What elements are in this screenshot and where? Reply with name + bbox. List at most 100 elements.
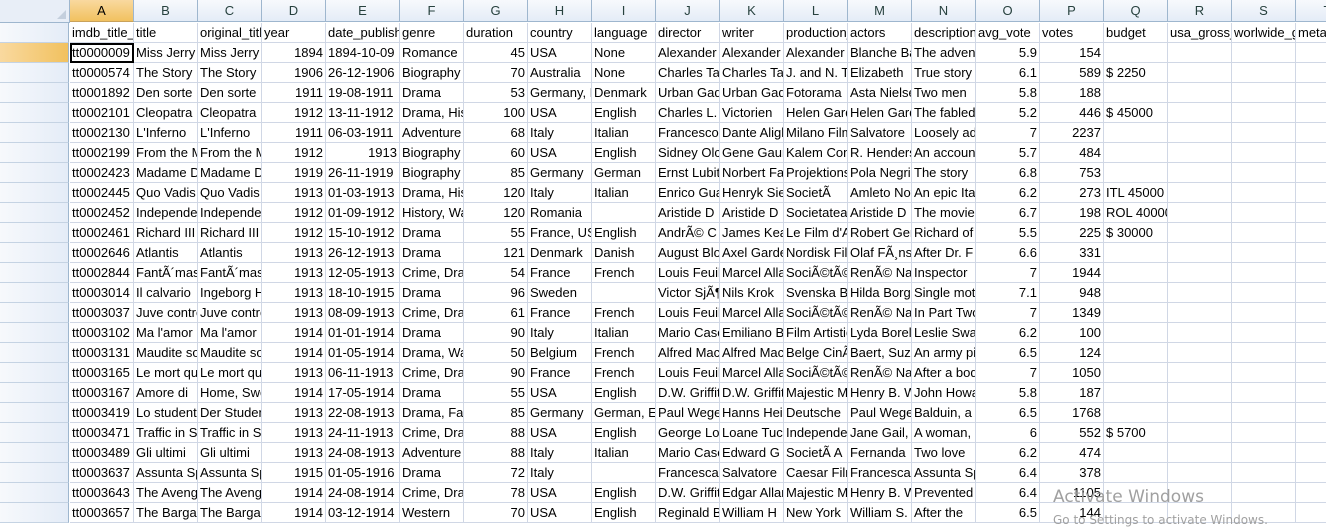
data-cell[interactable]: Atlantis bbox=[134, 243, 198, 263]
column-header-p[interactable]: P bbox=[1040, 0, 1104, 22]
data-cell[interactable]: 5.7 bbox=[976, 143, 1040, 163]
header-cell[interactable]: metascore bbox=[1296, 23, 1326, 43]
data-cell[interactable]: Crime, Drama bbox=[400, 363, 464, 383]
data-cell[interactable]: 6.5 bbox=[976, 403, 1040, 423]
row-header[interactable] bbox=[0, 343, 69, 363]
data-cell[interactable]: From the Manger bbox=[198, 143, 262, 163]
data-cell[interactable]: 13-11-1912 bbox=[326, 103, 400, 123]
data-cell[interactable]: Miss Jerry bbox=[134, 43, 198, 63]
data-cell[interactable]: ITL 45000 bbox=[1104, 183, 1168, 203]
data-cell[interactable]: tt0002461 bbox=[70, 223, 134, 243]
row-header[interactable] bbox=[0, 203, 69, 223]
data-cell[interactable]: Amleto Novelli bbox=[848, 183, 912, 203]
header-cell[interactable]: title bbox=[134, 23, 198, 43]
row-header[interactable] bbox=[0, 123, 69, 143]
data-cell[interactable]: USA bbox=[528, 143, 592, 163]
data-cell[interactable]: R. Henderson bbox=[848, 143, 912, 163]
data-cell[interactable] bbox=[1168, 103, 1232, 123]
data-cell[interactable] bbox=[1296, 183, 1326, 203]
data-cell[interactable]: Societatea bbox=[784, 203, 848, 223]
row-header[interactable] bbox=[0, 143, 69, 163]
data-cell[interactable] bbox=[1232, 83, 1296, 103]
column-header-c[interactable]: C bbox=[198, 0, 262, 22]
data-cell[interactable] bbox=[1232, 243, 1296, 263]
data-cell[interactable] bbox=[1104, 143, 1168, 163]
header-cell[interactable]: budget bbox=[1104, 23, 1168, 43]
data-cell[interactable]: John Howard bbox=[912, 383, 976, 403]
header-cell[interactable]: avg_vote bbox=[976, 23, 1040, 43]
data-cell[interactable]: tt0003037 bbox=[70, 303, 134, 323]
data-cell[interactable]: 378 bbox=[1040, 463, 1104, 483]
data-cell[interactable] bbox=[1168, 263, 1232, 283]
data-cell[interactable]: 85 bbox=[464, 403, 528, 423]
data-cell[interactable] bbox=[1232, 403, 1296, 423]
column-header-i[interactable]: I bbox=[592, 0, 656, 22]
data-cell[interactable]: After the bbox=[912, 503, 976, 523]
data-cell[interactable]: 446 bbox=[1040, 103, 1104, 123]
data-cell[interactable]: Pola Negri bbox=[848, 163, 912, 183]
data-cell[interactable]: Reginald Barker bbox=[656, 503, 720, 523]
data-cell[interactable]: 54 bbox=[464, 263, 528, 283]
header-cell[interactable]: country bbox=[528, 23, 592, 43]
data-cell[interactable]: English bbox=[592, 383, 656, 403]
data-cell[interactable]: Caesar Film bbox=[784, 463, 848, 483]
data-cell[interactable]: J. and N. Tait bbox=[784, 63, 848, 83]
data-cell[interactable] bbox=[1232, 43, 1296, 63]
data-cell[interactable]: L'Inferno bbox=[198, 123, 262, 143]
column-header-j[interactable]: J bbox=[656, 0, 720, 22]
data-cell[interactable]: 5.9 bbox=[976, 43, 1040, 63]
data-cell[interactable]: 85 bbox=[464, 163, 528, 183]
data-cell[interactable]: None bbox=[592, 63, 656, 83]
row-header[interactable] bbox=[0, 503, 69, 523]
data-cell[interactable]: Western bbox=[400, 503, 464, 523]
data-cell[interactable]: 1912 bbox=[262, 223, 326, 243]
data-cell[interactable]: 7 bbox=[976, 263, 1040, 283]
data-cell[interactable]: Leslie Swayne bbox=[912, 323, 976, 343]
data-cell[interactable]: Deutsche bbox=[784, 403, 848, 423]
data-cell[interactable] bbox=[1232, 463, 1296, 483]
data-cell[interactable] bbox=[1104, 383, 1168, 403]
data-cell[interactable]: D.W. Griffith bbox=[656, 483, 720, 503]
data-cell[interactable]: Inspector bbox=[912, 263, 976, 283]
data-cell[interactable] bbox=[1296, 443, 1326, 463]
data-cell[interactable]: 03-12-1914 bbox=[326, 503, 400, 523]
row-header[interactable] bbox=[0, 183, 69, 203]
data-cell[interactable]: Aristide D bbox=[656, 203, 720, 223]
data-cell[interactable]: SocietÃ bbox=[784, 183, 848, 203]
data-cell[interactable]: Denmark bbox=[592, 83, 656, 103]
data-cell[interactable]: Crime, Drama bbox=[400, 263, 464, 283]
data-cell[interactable]: In Part Two bbox=[912, 303, 976, 323]
data-cell[interactable]: Italy bbox=[528, 323, 592, 343]
data-cell[interactable]: tt0003471 bbox=[70, 423, 134, 443]
data-cell[interactable]: 1915 bbox=[262, 463, 326, 483]
data-cell[interactable]: August Blom bbox=[656, 243, 720, 263]
data-cell[interactable]: Charles Tait bbox=[720, 63, 784, 83]
data-cell[interactable]: Fernanda bbox=[848, 443, 912, 463]
data-cell[interactable]: English bbox=[592, 503, 656, 523]
data-cell[interactable]: Drama, War bbox=[400, 343, 464, 363]
data-cell[interactable]: Belge CinÃ© bbox=[784, 343, 848, 363]
data-cell[interactable]: Helen Gardner bbox=[848, 103, 912, 123]
data-cell[interactable] bbox=[1168, 63, 1232, 83]
data-cell[interactable]: Italian bbox=[592, 323, 656, 343]
data-cell[interactable]: 1913 bbox=[262, 423, 326, 443]
data-cell[interactable]: $ 45000 bbox=[1104, 103, 1168, 123]
data-cell[interactable]: Francesca bbox=[656, 463, 720, 483]
data-cell[interactable]: 1914 bbox=[262, 383, 326, 403]
data-cell[interactable]: Fotorama bbox=[784, 83, 848, 103]
data-cell[interactable]: 70 bbox=[464, 503, 528, 523]
data-cell[interactable]: SociÃ©tÃ© bbox=[784, 303, 848, 323]
data-cell[interactable]: Romance bbox=[400, 43, 464, 63]
data-cell[interactable]: 1050 bbox=[1040, 363, 1104, 383]
data-cell[interactable]: German bbox=[592, 163, 656, 183]
data-cell[interactable] bbox=[1296, 383, 1326, 403]
data-cell[interactable]: 60 bbox=[464, 143, 528, 163]
data-cell[interactable]: English bbox=[592, 103, 656, 123]
header-cell[interactable]: genre bbox=[400, 23, 464, 43]
data-cell[interactable]: Film Artistica bbox=[784, 323, 848, 343]
data-cell[interactable]: Alexander Black bbox=[720, 43, 784, 63]
data-cell[interactable]: Paul Wegener bbox=[848, 403, 912, 423]
data-cell[interactable]: Ingeborg Holm bbox=[198, 283, 262, 303]
data-cell[interactable]: Atlantis bbox=[198, 243, 262, 263]
column-header-f[interactable]: F bbox=[400, 0, 464, 22]
